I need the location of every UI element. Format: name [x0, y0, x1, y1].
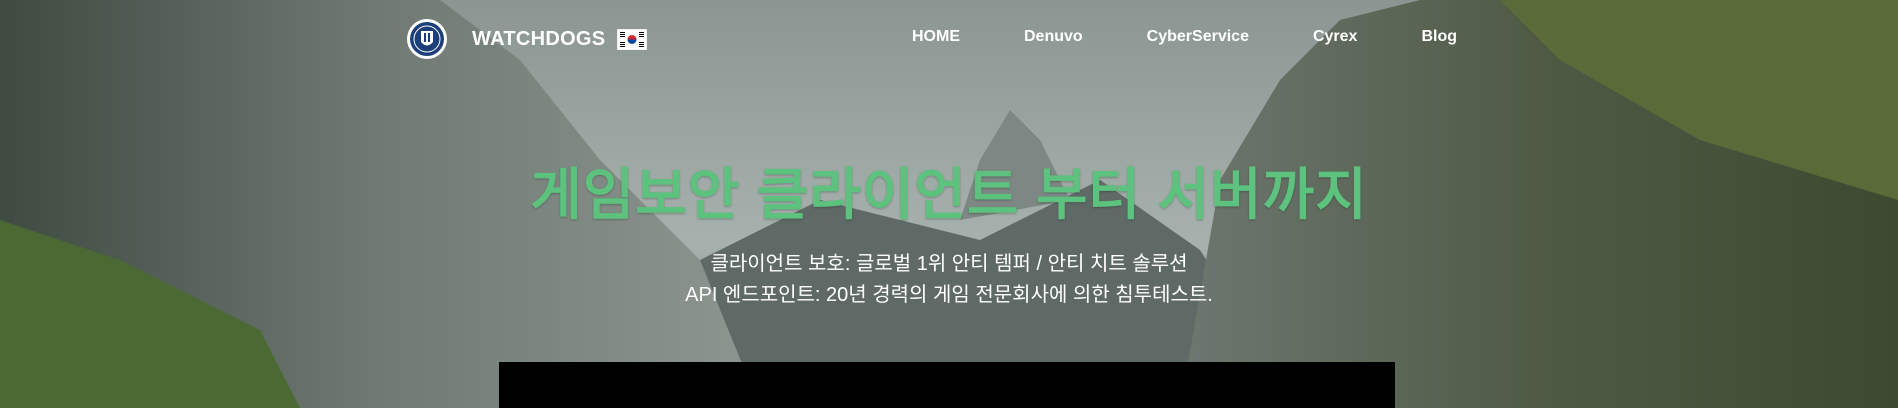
- hero-headline: 게임보안 클라이언트 부터 서버까지: [530, 163, 1368, 226]
- hero-subtext: 클라이언트 보호: 글로벌 1위 안티 템퍼 / 안티 치트 솔루션 API 엔…: [0, 249, 1898, 311]
- korea-flag-icon: [617, 28, 648, 50]
- brand-name: WATCHDOGS: [472, 27, 606, 50]
- brand[interactable]: WATCHDOGS: [406, 18, 648, 60]
- nav-denuvo[interactable]: Denuvo: [1024, 28, 1083, 46]
- top-navigation: WATCHDOGS HOME Denuvo CyberService Cyrex…: [0, 0, 1898, 80]
- shield-crest-icon: [407, 19, 447, 59]
- nav-blog[interactable]: Blog: [1421, 28, 1457, 46]
- video-panel[interactable]: [499, 362, 1395, 408]
- nav-cyberservice[interactable]: CyberService: [1147, 28, 1249, 46]
- hero-line-api: API 엔드포인트: 20년 경력의 게임 전문회사에 의한 침투테스트.: [685, 284, 1213, 306]
- nav-home[interactable]: HOME: [912, 28, 960, 46]
- hero-section: 게임보안 클라이언트 부터 서버까지 클라이언트 보호: 글로벌 1위 안티 템…: [0, 150, 1898, 311]
- main-menu: HOME Denuvo CyberService Cyrex Blog: [912, 28, 1521, 46]
- hero-line-client: 클라이언트 보호: 글로벌 1위 안티 템퍼 / 안티 치트 솔루션: [710, 253, 1188, 275]
- nav-cyrex[interactable]: Cyrex: [1313, 28, 1357, 46]
